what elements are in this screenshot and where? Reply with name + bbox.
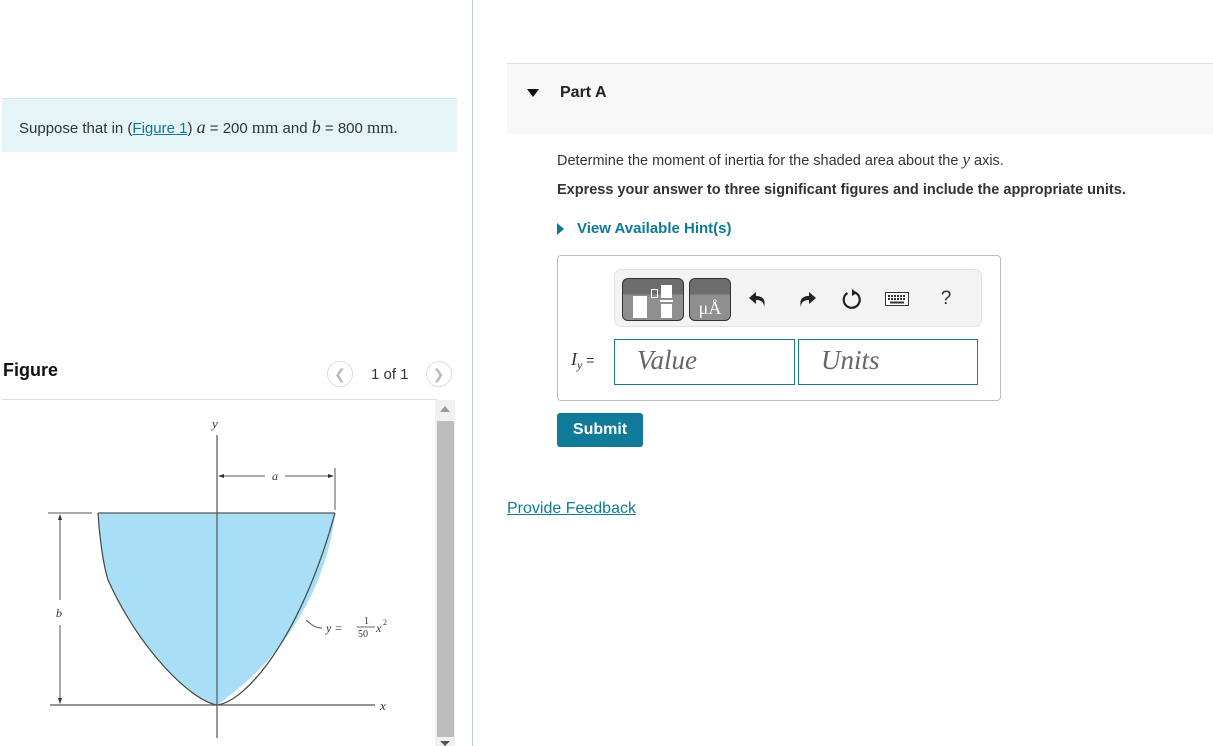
part-a-header[interactable]: Part A (507, 63, 1213, 134)
submit-button[interactable]: Submit (557, 413, 643, 447)
figure-diagram: y x a b y = 1 50 x 2 (48, 416, 387, 738)
unit-mm: mm (367, 118, 394, 137)
redo-button[interactable] (794, 286, 820, 312)
undo-button[interactable] (745, 286, 771, 312)
reset-icon (842, 289, 861, 309)
intro-text: ) (187, 120, 193, 137)
figure-scrollbar[interactable] (435, 400, 455, 746)
dim-a-arrow-right (328, 474, 334, 478)
question-text: Determine the moment of inertia for the … (557, 150, 1004, 170)
divider (2, 399, 437, 400)
leader-line (305, 619, 323, 629)
dim-b-label: b (56, 606, 62, 620)
keyboard-button[interactable] (884, 286, 910, 312)
math-toolbar: μÅ ? (614, 269, 982, 327)
figure-title: Figure (3, 360, 59, 380)
scroll-thumb[interactable] (437, 421, 454, 737)
undo-icon (749, 292, 765, 307)
units-icon: μÅ (698, 298, 722, 318)
label-eq: = (582, 352, 595, 368)
figure-pager: ❮ 1 of 1 ❯ (327, 361, 452, 387)
provide-feedback-link[interactable]: Provide Feedback (507, 500, 636, 518)
help-icon: ? (940, 288, 952, 309)
curve-eq-exp: 2 (383, 618, 387, 627)
question-suffix: axis. (969, 153, 1004, 169)
units-button[interactable]: μÅ (689, 278, 731, 321)
curve-eq-rhs: x (375, 621, 382, 635)
chevron-left-icon: ❮ (334, 365, 346, 382)
left-pane: Suppose that in (Figure 1) a = 200 mm an… (0, 0, 473, 746)
keyboard-icon (885, 292, 909, 306)
units-input[interactable]: Units (798, 339, 978, 385)
x-axis-label: x (379, 698, 386, 713)
question-var: y (962, 150, 970, 169)
scroll-up-arrow-icon[interactable] (440, 406, 450, 412)
var-a: a (196, 117, 206, 137)
curve-eq-lhs: y = (325, 621, 342, 635)
templates-button[interactable] (622, 278, 684, 321)
prev-figure-button[interactable]: ❮ (327, 361, 353, 387)
hints-label: View Available Hint(s) (577, 220, 732, 237)
redo-icon (800, 292, 816, 307)
caret-down-icon (527, 89, 539, 97)
figure-link[interactable]: Figure 1 (132, 120, 187, 137)
help-button[interactable]: ? (933, 286, 959, 312)
reset-button[interactable] (839, 286, 865, 312)
view-hints-toggle[interactable]: View Available Hint(s) (557, 220, 732, 237)
dim-b-arrow-top (58, 514, 62, 520)
unit-mm: mm (251, 118, 279, 137)
question-prefix: Determine the moment of inertia for the … (557, 153, 963, 169)
part-title: Part A (560, 84, 607, 101)
scroll-down-arrow-icon[interactable] (440, 741, 450, 746)
answer-label: Iy = (571, 349, 594, 373)
curve-eq-num: 1 (364, 616, 369, 627)
value-input[interactable]: Value (614, 339, 795, 385)
problem-intro: Suppose that in (Figure 1) a = 200 mm an… (2, 98, 457, 152)
pane-divider (472, 0, 473, 746)
intro-text: = 800 (320, 120, 368, 137)
caret-right-icon (557, 222, 564, 235)
dim-b-arrow-bottom (58, 698, 62, 704)
intro-text: and (278, 120, 312, 137)
answer-box: μÅ ? Iy = Value Units (557, 255, 1001, 401)
intro-text: . (393, 118, 398, 137)
intro-text: Suppose that in ( (19, 120, 133, 137)
y-axis-label: y (210, 416, 218, 431)
pager-text: 1 of 1 (371, 365, 409, 383)
intro-text: = 200 (205, 120, 252, 137)
chevron-right-icon: ❯ (432, 365, 445, 382)
var-b: b (311, 117, 321, 137)
curve-eq-den: 50 (358, 629, 368, 640)
next-figure-button[interactable]: ❯ (425, 361, 452, 387)
dim-a-label: a (272, 469, 278, 483)
instruction-text: Express your answer to three significant… (557, 182, 1126, 198)
dim-a-arrow-left (218, 474, 224, 478)
